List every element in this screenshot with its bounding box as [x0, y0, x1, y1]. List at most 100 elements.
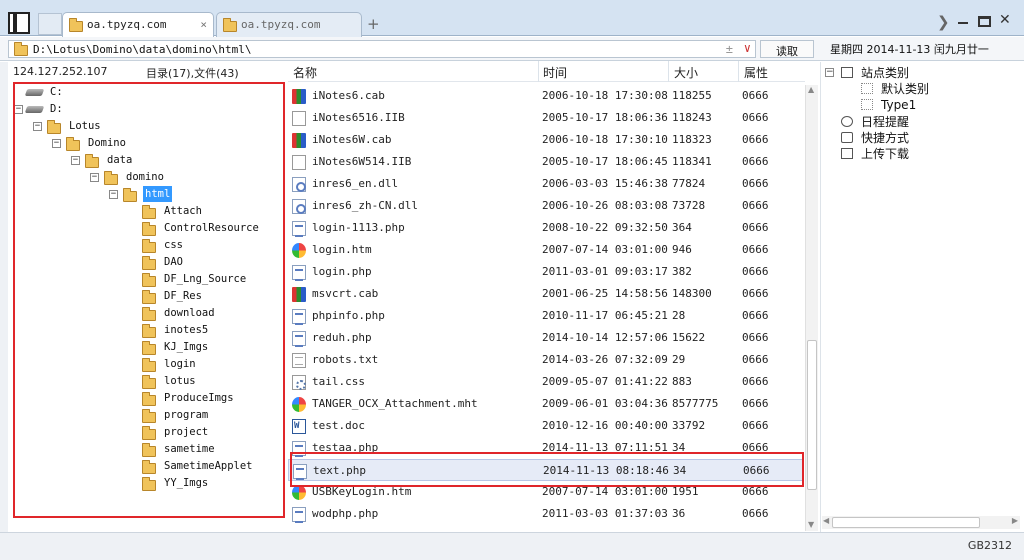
col-divider[interactable]: [738, 61, 739, 82]
scroll-up-icon[interactable]: ▲: [808, 85, 814, 94]
box-icon: [841, 148, 853, 159]
folder-icon: [142, 460, 156, 474]
sidebar-toggle-icon[interactable]: [8, 12, 30, 34]
doc-icon: [292, 111, 306, 126]
file-attr: 0666: [742, 155, 769, 168]
file-time: 2014-03-26 07:32:09: [542, 353, 668, 366]
file-row[interactable]: phpinfo.php 2010-11-17 06:45:21 28 0666: [288, 305, 803, 327]
minimize-icon[interactable]: [958, 22, 968, 24]
path-input[interactable]: D:\Lotus\Domino\data\domino\html\ ± ∨: [8, 40, 756, 58]
file-size: 148300: [672, 287, 712, 300]
chevron-right-icon[interactable]: ❯: [937, 13, 950, 31]
collapse-icon[interactable]: −: [33, 122, 42, 131]
file-time: 2006-10-18 17:30:10: [542, 133, 668, 146]
file-name: reduh.php: [312, 331, 372, 344]
col-divider[interactable]: [538, 61, 539, 82]
file-time: 2006-10-18 17:30:08: [542, 89, 668, 102]
collapse-icon[interactable]: −: [14, 105, 23, 114]
tab-list-button[interactable]: [38, 13, 62, 35]
scroll-left-icon[interactable]: ◀: [823, 516, 829, 525]
folder-icon: [142, 358, 156, 372]
file-row[interactable]: robots.txt 2014-03-26 07:32:09 29 0666: [288, 349, 803, 371]
file-row[interactable]: login.htm 2007-07-14 03:01:00 946 0666: [288, 239, 803, 261]
file-row[interactable]: wodphp.php 2011-03-03 01:37:03 36 0666: [288, 503, 803, 525]
file-size: 29: [672, 353, 686, 366]
hand-icon: [841, 131, 853, 143]
col-divider[interactable]: [668, 61, 669, 82]
tree-node-label: download: [164, 307, 215, 319]
file-row[interactable]: iNotes6W514.IIB 2005-10-17 18:06:45 118341…: [288, 151, 803, 173]
scroll-thumb[interactable]: [807, 340, 817, 490]
doc-icon: [292, 155, 306, 170]
file-row[interactable]: text.php 2014-11-13 08:18:46 34 0666: [288, 459, 803, 481]
file-row[interactable]: test.doc 2010-12-16 00:40:00 33792 0666: [288, 415, 803, 437]
file-list: iNotes6.cab 2006-10-18 17:30:08 118255 0666…: [288, 85, 805, 531]
folder-icon: [142, 409, 156, 423]
file-attr: 0666: [742, 419, 769, 432]
file-time: 2011-03-03 01:37:03: [542, 507, 668, 520]
path-dropdown-icon[interactable]: ∨: [744, 41, 751, 55]
col-size[interactable]: 大小: [674, 64, 698, 81]
file-row[interactable]: testaa.php 2014-11-13 07:11:51 34 0666: [288, 437, 803, 459]
file-row[interactable]: msvcrt.cab 2001-06-25 14:58:56 148300 0666: [288, 283, 803, 305]
tab-1[interactable]: oa.tpyzq.com ×: [62, 12, 214, 37]
file-attr: 0666: [742, 375, 769, 388]
folder-icon: [142, 341, 156, 355]
close-icon[interactable]: ✕: [999, 12, 1011, 28]
dll-icon: [292, 199, 306, 214]
file-row[interactable]: USBKeyLogin.htm 2007-07-14 03:01:00 1951 06…: [288, 481, 803, 503]
file-row[interactable]: reduh.php 2014-10-14 12:57:06 15622 0666: [288, 327, 803, 349]
collapse-icon[interactable]: −: [90, 173, 99, 182]
file-size: 364: [672, 221, 692, 234]
file-name: login.htm: [312, 243, 372, 256]
col-attr[interactable]: 属性: [744, 64, 768, 81]
tree-node-label: program: [164, 409, 209, 421]
file-name: phpinfo.php: [312, 309, 385, 322]
file-row[interactable]: login-1113.php 2008-10-22 09:32:50 364 0666: [288, 217, 803, 239]
date-display: 星期四 2014-11-13 闰九月廿一: [830, 43, 989, 56]
read-button[interactable]: 读取: [760, 40, 814, 58]
tab-2[interactable]: oa.tpyzq.com: [216, 12, 362, 37]
hscroll-thumb[interactable]: [832, 517, 980, 528]
new-tab-button[interactable]: +: [367, 15, 380, 33]
site-pane-hscroll[interactable]: ◀ ▶: [822, 516, 1020, 529]
tree-node-label: D:: [50, 103, 63, 115]
txt-icon: [292, 353, 306, 368]
collapse-icon[interactable]: −: [71, 156, 80, 165]
file-name: TANGER_OCX_Attachment.mht: [312, 397, 478, 410]
folder-icon: [69, 18, 83, 32]
folder-icon: [142, 477, 156, 491]
file-row[interactable]: iNotes6516.IIB 2005-10-17 18:06:36 118243 0…: [288, 107, 803, 129]
file-attr: 0666: [743, 464, 770, 477]
file-row[interactable]: TANGER_OCX_Attachment.mht 2009-06-01 03:0…: [288, 393, 803, 415]
file-size: 73728: [672, 199, 706, 212]
col-name[interactable]: 名称: [293, 64, 317, 81]
file-row[interactable]: inres6_en.dll 2006-03-03 15:46:38 77824 066…: [288, 173, 803, 195]
word-icon: [292, 415, 306, 437]
php-icon: [292, 221, 306, 237]
tab-1-close-icon[interactable]: ×: [200, 18, 207, 31]
css-icon: [292, 375, 306, 390]
file-row[interactable]: tail.css 2009-05-07 01:41:22 883 0666: [288, 371, 803, 393]
collapse-icon[interactable]: −: [52, 139, 61, 148]
file-row[interactable]: inres6_zh-CN.dll 2006-10-26 08:03:08 73728…: [288, 195, 803, 217]
collapse-icon[interactable]: −: [825, 68, 834, 77]
bookmark-toggle-icon[interactable]: ±: [726, 42, 733, 56]
site-item-label: 上传下载: [861, 147, 910, 161]
scroll-right-icon[interactable]: ▶: [1012, 516, 1018, 525]
file-row[interactable]: login.php 2011-03-01 09:03:17 382 0666: [288, 261, 803, 283]
file-row[interactable]: iNotes6.cab 2006-10-18 17:30:08 118255 0666: [288, 85, 803, 107]
maximize-icon[interactable]: [978, 16, 991, 27]
file-row[interactable]: iNotes6W.cab 2006-10-18 17:30:10 118323 066…: [288, 129, 803, 151]
col-time[interactable]: 时间: [543, 64, 567, 81]
tree-node-label: login: [164, 358, 196, 370]
file-list-scrollbar[interactable]: ▲ ▼: [805, 85, 818, 531]
folder-icon: [123, 188, 137, 202]
tree-node-label: lotus: [164, 375, 196, 387]
tab-1-title: oa.tpyzq.com: [87, 18, 167, 31]
site-item-label: 站点类别: [861, 66, 910, 80]
scroll-down-icon[interactable]: ▼: [808, 520, 814, 529]
file-name: msvcrt.cab: [312, 287, 379, 300]
file-name: tail.css: [312, 375, 365, 388]
collapse-icon[interactable]: −: [109, 190, 118, 199]
